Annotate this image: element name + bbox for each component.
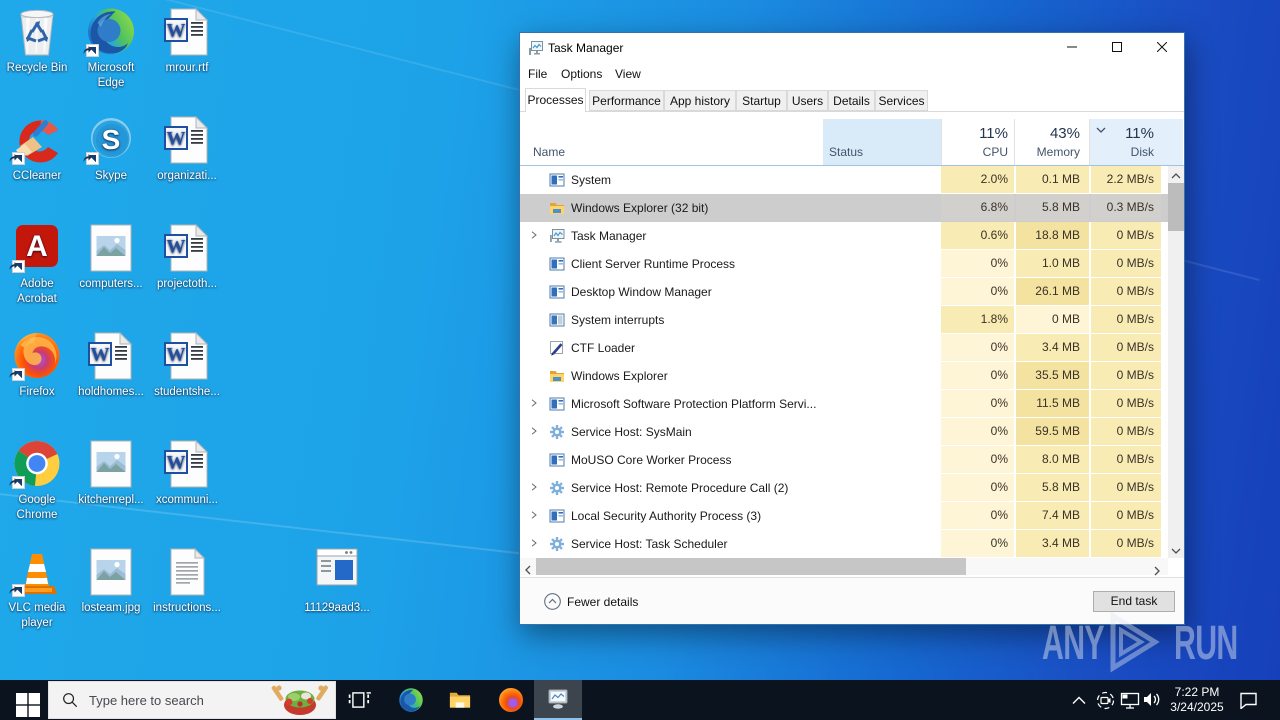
- svg-text:W: W: [167, 21, 186, 42]
- svg-text:S: S: [102, 124, 121, 155]
- svg-text:A: A: [26, 230, 48, 263]
- svg-text:W: W: [167, 237, 186, 258]
- svg-text:W: W: [167, 453, 186, 474]
- svg-text:W: W: [167, 129, 186, 150]
- svg-text:W: W: [91, 345, 110, 366]
- svg-text:W: W: [167, 345, 186, 366]
